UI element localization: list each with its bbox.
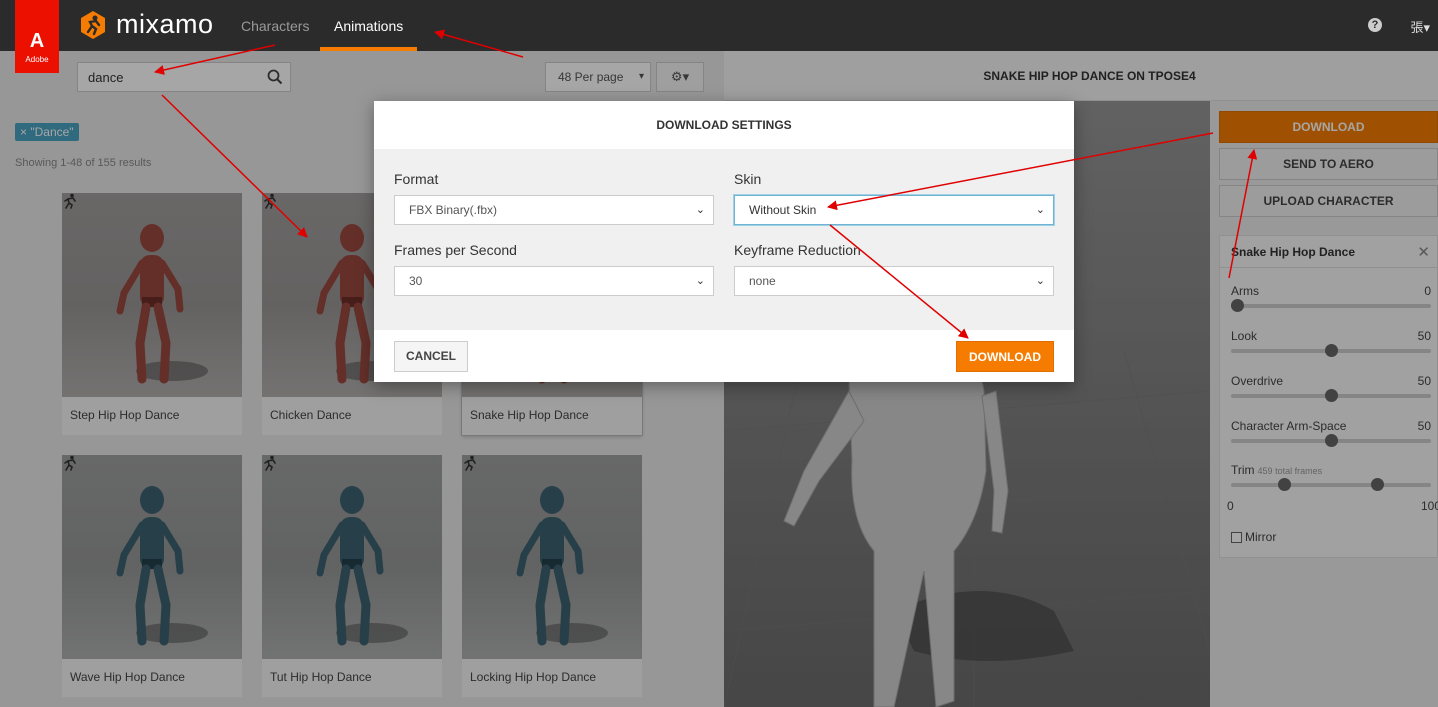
tab-animations[interactable]: Animations <box>320 0 418 51</box>
dialog-download-button[interactable]: DOWNLOAD <box>956 341 1054 372</box>
cancel-button[interactable]: CANCEL <box>394 341 468 372</box>
mixamo-brand[interactable]: mixamo <box>78 9 214 40</box>
dialog-body: Format FBX Binary(.fbx) ⌄ Skin Without S… <box>374 149 1074 330</box>
chevron-down-icon: ⌄ <box>1035 275 1045 287</box>
fps-value: 30 <box>409 274 423 288</box>
format-select[interactable]: FBX Binary(.fbx) ⌄ <box>394 195 714 225</box>
skin-label: Skin <box>734 171 762 187</box>
format-value: FBX Binary(.fbx) <box>409 203 498 217</box>
chevron-down-icon: ⌄ <box>695 204 705 216</box>
fps-label: Frames per Second <box>394 242 517 258</box>
keyframe-reduction-label: Keyframe Reduction <box>734 242 861 258</box>
format-label: Format <box>394 171 439 187</box>
mixamo-logo-icon <box>81 10 105 39</box>
adobe-logo[interactable]: A Adobe <box>15 0 59 73</box>
user-menu[interactable]: 張▾ <box>1410 17 1430 36</box>
chevron-down-icon: ▾ <box>1423 20 1430 35</box>
download-settings-dialog: DOWNLOAD SETTINGS Format FBX Binary(.fbx… <box>374 101 1074 382</box>
keyframe-reduction-value: none <box>749 274 776 288</box>
chevron-down-icon: ⌄ <box>1035 204 1045 216</box>
chevron-down-icon: ⌄ <box>695 275 705 287</box>
help-icon[interactable]: ? <box>1368 18 1382 32</box>
adobe-label: Adobe <box>25 55 49 64</box>
top-nav: A Adobe mixamo Characters Animations ? 張… <box>0 0 1438 73</box>
keyframe-reduction-select[interactable]: none ⌄ <box>734 266 1054 296</box>
brand-name: mixamo <box>116 9 214 39</box>
tab-characters[interactable]: Characters <box>227 0 323 51</box>
dialog-title: DOWNLOAD SETTINGS <box>656 118 792 132</box>
fps-select[interactable]: 30 ⌄ <box>394 266 714 296</box>
user-name: 張 <box>1410 20 1424 35</box>
adobe-icon: A <box>29 30 45 52</box>
skin-select[interactable]: Without Skin ⌄ <box>734 195 1054 225</box>
skin-value: Without Skin <box>749 203 817 217</box>
